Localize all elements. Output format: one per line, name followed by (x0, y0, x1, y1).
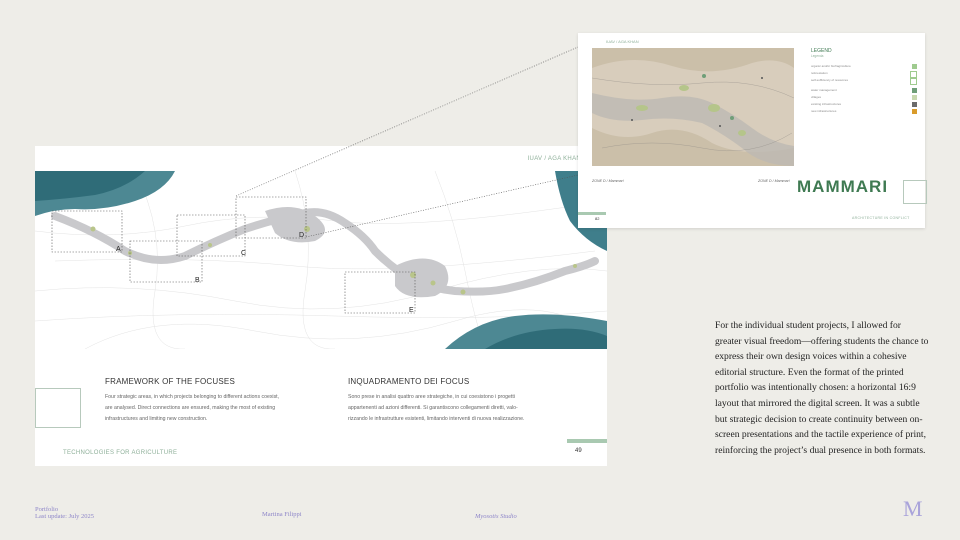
legend-swatch (912, 102, 917, 107)
legend-swatch (910, 78, 917, 85)
legend-swatch (912, 64, 917, 69)
inset-page: IUAV / AGA KHAN LEGEND Legenda organic a… (578, 33, 927, 228)
project-description: For the individual student projects, I a… (715, 320, 929, 456)
inset-footer: ARCHITECTURE IN CONFLICT (852, 216, 910, 220)
inset-accent-bar (578, 212, 606, 215)
studio-name: Myosotis Studio (475, 513, 517, 520)
legend-item-label: organic and/or biofragriculture (811, 64, 851, 68)
zone-label-right: ZONE D / Mammari (758, 179, 790, 183)
legend-item-label: existing infrastructures (811, 102, 842, 106)
inset-title: MAMMARI (797, 177, 889, 196)
legend-item-label: villages (811, 95, 822, 99)
decorative-frame-right (903, 180, 927, 204)
legend-swatch (910, 71, 917, 78)
mammari-zone-map (592, 48, 794, 166)
legend-item: organic and/or biofragriculture (811, 64, 921, 70)
author-name: Martina Filippi (262, 511, 302, 518)
inset-page-number: 82 (595, 216, 600, 221)
legend-item: existing infrastructures (811, 102, 921, 108)
legend-item: new infrastructures (811, 109, 921, 115)
legend-item: reforestation (811, 71, 921, 78)
legend-item: villages (811, 95, 921, 101)
legend-item-label: water management (811, 88, 837, 92)
inset-header: IUAV / AGA KHAN (606, 39, 639, 44)
legend-item: water management (811, 88, 921, 94)
studio-logo: M (903, 496, 923, 521)
legend-swatch (912, 109, 917, 114)
legend-swatch (912, 95, 917, 100)
legend-item-label: self-sufficiency of resources (811, 78, 848, 82)
legend-item-label: reforestation (811, 71, 828, 75)
last-update: Last update: July 2025 (35, 513, 95, 520)
legend-swatch (912, 88, 917, 93)
legend-item: self-sufficiency of resources (811, 78, 921, 85)
legend-subtitle: Legenda (811, 54, 824, 58)
zone-label-left: ZONE D / Mammari (592, 179, 624, 183)
legend-item-label: new infrastructures (811, 109, 837, 113)
portfolio-label: Portfolio (35, 506, 59, 513)
